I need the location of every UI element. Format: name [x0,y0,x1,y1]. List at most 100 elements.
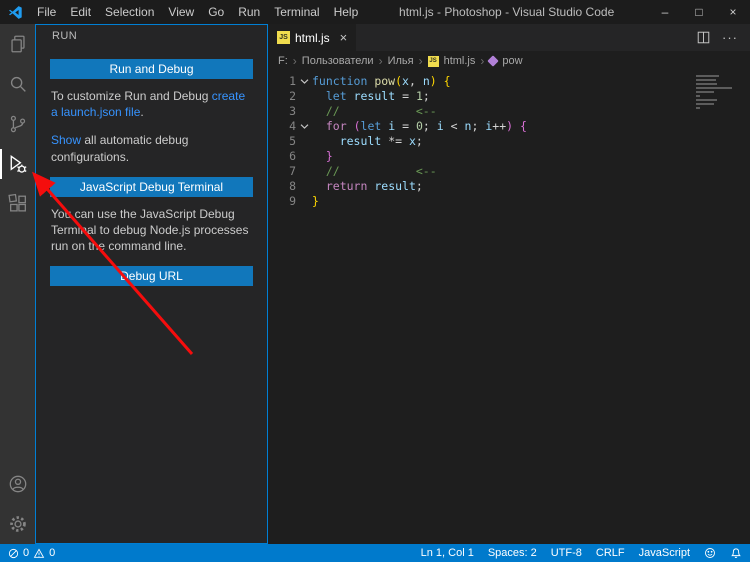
minimize-button[interactable]: – [648,0,682,24]
sidebar-content: Run and Debug To customize Run and Debug… [36,47,267,286]
customize-hint: To customize Run and Debug create a laun… [51,88,252,120]
close-button[interactable]: × [716,0,750,24]
line-number[interactable]: 4 [268,119,296,134]
status-bar: 0 0 Ln 1, Col 1 Spaces: 2 UTF-8 CRLF Jav… [0,544,750,562]
terminal-hint: You can use the JavaScript Debug Termina… [51,206,252,255]
feedback-smiley-icon[interactable] [704,547,716,559]
line-number[interactable]: 7 [268,164,296,179]
fold-chevron-icon[interactable] [296,74,312,89]
customize-hint-text: To customize Run and Debug [51,89,212,103]
line-number[interactable]: 2 [268,89,296,104]
activity-bar [0,24,35,544]
menu-selection[interactable]: Selection [98,0,161,24]
fold-chevron-icon[interactable] [296,119,312,134]
breadcrumb-folder2[interactable]: Илья [388,55,414,67]
line-number[interactable]: 1 [268,74,296,89]
code-text: return result; [312,179,423,194]
minimap-line [696,87,732,89]
more-actions-icon[interactable]: ··· [722,30,738,45]
warning-count: 0 [49,547,55,559]
menu-file[interactable]: File [30,0,63,24]
fold-spacer [296,194,312,209]
error-count: 0 [23,547,29,559]
code-text: result *= x; [312,134,423,149]
minimap-line [696,107,700,109]
main-area: RUN Run and Debug To customize Run and D… [0,24,750,544]
code-text: } [312,194,319,209]
code-line[interactable]: 4 for (let i = 0; i < n; i++) { [268,119,750,134]
editor-group: JS html.js × ··· F: › Пользователи › Иль… [268,24,750,544]
breadcrumb-file[interactable]: html.js [444,55,476,67]
chevron-right-icon: › [480,54,484,68]
code-text: } [312,149,333,164]
chevron-right-icon: › [379,54,383,68]
cursor-position[interactable]: Ln 1, Col 1 [421,547,474,559]
run-and-debug-button[interactable]: Run and Debug [50,59,253,79]
code-line[interactable]: 9} [268,194,750,209]
menu-view[interactable]: View [161,0,201,24]
breadcrumb-folder1[interactable]: Пользователи [302,55,374,67]
line-number[interactable]: 5 [268,134,296,149]
menu-edit[interactable]: Edit [63,0,98,24]
code-text: for (let i = 0; i < n; i++) { [312,119,527,134]
minimap[interactable] [696,75,736,111]
fold-spacer [296,89,312,104]
line-number[interactable]: 8 [268,179,296,194]
code-line[interactable]: 5 result *= x; [268,134,750,149]
language-mode[interactable]: JavaScript [639,547,690,559]
sidebar-title: RUN [36,25,267,47]
debug-url-button[interactable]: Debug URL [50,266,253,286]
source-control-icon[interactable] [0,104,35,144]
fold-spacer [296,164,312,179]
fold-spacer [296,104,312,119]
menu-terminal[interactable]: Terminal [267,0,326,24]
fold-spacer [296,134,312,149]
code-text: // <-- [312,164,437,179]
code-line[interactable]: 6 } [268,149,750,164]
line-number[interactable]: 3 [268,104,296,119]
fold-spacer [296,179,312,194]
line-number[interactable]: 9 [268,194,296,209]
search-icon[interactable] [0,64,35,104]
breadcrumb-symbol[interactable]: pow [502,55,522,67]
account-icon[interactable] [0,464,35,504]
show-configurations-link[interactable]: Show [51,133,81,147]
code-line[interactable]: 2 let result = 1; [268,89,750,104]
eol-status[interactable]: CRLF [596,547,625,559]
minimap-line [696,83,717,85]
minimap-line [696,75,719,77]
split-editor-icon[interactable] [697,31,710,44]
run-sidebar: RUN Run and Debug To customize Run and D… [35,24,268,544]
settings-gear-icon[interactable] [0,504,35,544]
extensions-icon[interactable] [0,184,35,224]
code-text: function pow(x, n) { [312,74,451,89]
breadcrumb: F: › Пользователи › Илья › JS html.js › … [268,51,750,71]
run-and-debug-icon[interactable] [0,144,35,184]
problems-status[interactable]: 0 0 [8,547,55,559]
maximize-button[interactable]: □ [682,0,716,24]
notifications-bell-icon[interactable] [730,547,742,559]
menu-help[interactable]: Help [327,0,366,24]
warning-triangle-icon [33,548,45,559]
tab-close-icon[interactable]: × [340,30,348,45]
code-line[interactable]: 3 // <-- [268,104,750,119]
code-line[interactable]: 1 function pow(x, n) { [268,74,750,89]
indentation-status[interactable]: Spaces: 2 [488,547,537,559]
encoding-status[interactable]: UTF-8 [551,547,582,559]
menu-go[interactable]: Go [201,0,231,24]
js-debug-terminal-button[interactable]: JavaScript Debug Terminal [50,177,253,197]
tab-htmljs[interactable]: JS html.js × [268,24,356,51]
minimap-line [696,99,717,101]
line-number[interactable]: 6 [268,149,296,164]
breadcrumb-drive[interactable]: F: [278,55,288,67]
explorer-icon[interactable] [0,24,35,64]
code-lines: 1function pow(x, n) {2 let result = 1;3 … [268,74,750,209]
js-file-icon: JS [277,31,290,44]
menu-run[interactable]: Run [231,0,267,24]
code-text: // <-- [312,104,437,119]
code-line[interactable]: 7 // <-- [268,164,750,179]
code-editor[interactable]: 1function pow(x, n) {2 let result = 1;3 … [268,71,750,544]
title-bar: File Edit Selection View Go Run Terminal… [0,0,750,24]
code-text: let result = 1; [312,89,430,104]
code-line[interactable]: 8 return result; [268,179,750,194]
